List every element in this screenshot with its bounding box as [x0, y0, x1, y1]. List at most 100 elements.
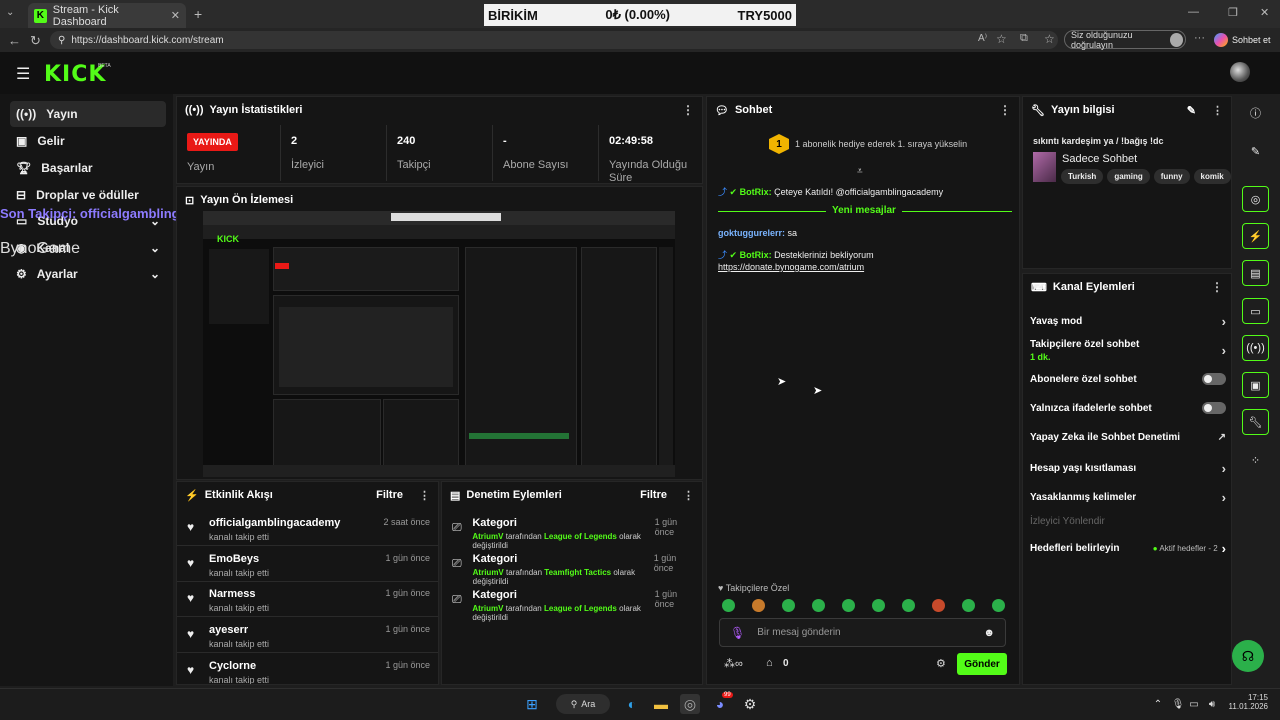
taskbar-search[interactable]: ⚲ Ara [556, 694, 610, 714]
filter-button[interactable]: Filtre [376, 489, 403, 501]
site-info-icon[interactable]: ⚲ [58, 35, 65, 46]
tag[interactable]: Turkish [1061, 169, 1104, 184]
more-options-icon[interactable]: ⋮ [682, 103, 694, 117]
slow-mode-row[interactable]: Yavaş mod › [1030, 314, 1226, 329]
channel-points-icon[interactable]: ⁂∞ [724, 657, 743, 670]
banned-words-row[interactable]: Yasaklanmış kelimeler › [1030, 490, 1226, 505]
more-options-icon[interactable]: ⋮ [999, 103, 1011, 117]
emote-icon[interactable] [782, 599, 795, 612]
tag[interactable]: funny [1153, 169, 1190, 184]
ai-moderation-row[interactable]: Yapay Zeka ile Sohbet Denetimi ↗ [1030, 432, 1226, 443]
money-icon: ▣ [16, 134, 28, 148]
subs-chat-toggle[interactable] [1202, 373, 1226, 385]
new-tab-icon[interactable]: + [194, 6, 202, 22]
favorite-star-icon[interactable]: ☆ [996, 32, 1007, 46]
windows-start-icon[interactable]: ⊞ [522, 694, 542, 714]
list-item[interactable]: ♥ ayeserr kanalı takip etti 1 gün önce [177, 618, 438, 653]
emote-icon[interactable] [842, 599, 855, 612]
minimize-icon[interactable]: — [1188, 6, 1199, 18]
browser-tab[interactable]: K Stream - Kick Dashboard ✕ [28, 3, 186, 28]
sidebar-item-yayin[interactable]: ((•)) Yayın [10, 101, 166, 127]
lightning-icon[interactable]: ⚡ [1242, 223, 1269, 249]
emote-icon[interactable] [812, 599, 825, 612]
send-button[interactable]: Gönder [957, 653, 1007, 675]
chat-username[interactable]: BotRix: [740, 187, 772, 197]
info-icon[interactable]: ⓘ [1242, 100, 1269, 126]
steam-icon[interactable]: ⚙ [740, 694, 760, 714]
more-options-icon[interactable]: ⋮ [1211, 280, 1223, 294]
chat-input[interactable]: 🎙︎ Bir mesaj gönderin ☻ [719, 618, 1006, 647]
more-options-icon[interactable]: ⋮ [419, 489, 430, 502]
emoji-icon[interactable]: ☻ [983, 627, 995, 639]
verify-identity-button[interactable]: Siz olduğunuzu doğrulayın [1064, 30, 1186, 50]
list-item[interactable]: ♥ Cyclorne kanalı takip etti 1 gün önce [177, 654, 438, 684]
store-icon[interactable]: ⌂ [766, 657, 773, 669]
sidebar-item-basarilar[interactable]: 🏆︎ Başarılar [10, 155, 166, 181]
volume-icon[interactable]: 🔊︎ [1202, 694, 1222, 714]
tag[interactable]: gaming [1107, 169, 1150, 184]
apps-icon[interactable]: ⁘ [1242, 447, 1269, 473]
emote-icon[interactable] [932, 599, 945, 612]
edge-icon[interactable]: ◐ [622, 694, 642, 714]
edit-pencil-icon[interactable]: ✎ [1242, 138, 1269, 164]
donation-link[interactable]: https://donate.bynogame.com/atrium [718, 262, 864, 272]
hamburger-menu-icon[interactable]: ☰ [16, 64, 30, 84]
more-options-icon[interactable]: ⋮ [683, 489, 694, 502]
more-options-icon[interactable]: ⋮ [1212, 104, 1223, 117]
refresh-icon[interactable]: ↻ [30, 33, 41, 49]
camera-icon[interactable]: ◎ [1242, 186, 1269, 212]
back-icon[interactable]: ← [8, 33, 21, 48]
tray-chevron-up-icon[interactable]: ⌃ [1148, 694, 1168, 714]
sidebar-item-gelir[interactable]: ▣ Gelir [10, 128, 166, 154]
close-tab-icon[interactable]: ✕ [171, 9, 180, 22]
user-avatar[interactable] [1230, 62, 1250, 82]
stream-preview-video[interactable]: KICK [203, 211, 675, 477]
category-name[interactable]: Sadece Sohbet [1062, 153, 1137, 165]
emote-icon[interactable] [722, 599, 735, 612]
more-menu-icon[interactable]: ··· [1194, 32, 1205, 44]
list-item[interactable]: ♥ EmoBeys kanalı takip etti 1 gün önce [177, 547, 438, 582]
list-item[interactable]: ♥ Narmess kanalı takip etti 1 gün önce [177, 582, 438, 617]
edit-pencil-icon[interactable]: ✎ [1187, 104, 1196, 117]
account-age-row[interactable]: Hesap yaşı kısıtlaması › [1030, 461, 1226, 476]
maximize-icon[interactable]: ❐ [1228, 6, 1238, 19]
wrench-icon[interactable]: 🔧︎ [1242, 409, 1269, 435]
broadcast-icon[interactable]: ((•)) [1242, 335, 1269, 361]
chat-settings-icon[interactable]: ⚙ [936, 657, 946, 670]
url-field[interactable]: ⚲ https://dashboard.kick.com/stream [50, 31, 1058, 49]
collapse-icon[interactable]: ⩡ [857, 166, 863, 177]
network-icon[interactable]: ▭ [1184, 694, 1204, 714]
sidebar-item-ayarlar[interactable]: ⚙ Ayarlar ⌄ [10, 261, 166, 287]
copilot-chat-button[interactable]: Sohbet et [1214, 30, 1276, 49]
chat-username[interactable]: goktuggurelerr: [718, 228, 785, 238]
emote-icon[interactable] [752, 599, 765, 612]
followers-only-label: Takipçilere Özel [725, 583, 790, 593]
emote-icon[interactable] [962, 599, 975, 612]
document-icon[interactable]: ▤ [1242, 260, 1269, 286]
file-explorer-icon[interactable]: ▬ [651, 694, 671, 714]
chat-icon[interactable]: ▭ [1242, 298, 1269, 324]
schedule-icon[interactable]: ▣ [1242, 372, 1269, 398]
list-item[interactable]: ♥ officialgamblingacademy kanalı takip ett… [177, 511, 438, 546]
favorites-icon[interactable]: ☆ [1044, 32, 1055, 46]
gift-leaderboard-text[interactable]: 1 abonelik hediye ederek 1. sıraya yükse… [795, 139, 967, 149]
clock[interactable]: 17:15 11.01.2026 [1228, 693, 1268, 711]
sidebar-item-droplar[interactable]: ⊟ Droplar ve ödüller [10, 182, 166, 208]
tab-list-chevron-icon[interactable]: ⌄ [6, 7, 14, 18]
tag[interactable]: komik [1193, 169, 1231, 184]
emote-icon[interactable] [992, 599, 1005, 612]
filter-button[interactable]: Filtre [640, 489, 667, 501]
read-aloud-icon[interactable]: A⁾ [978, 33, 987, 44]
obs-icon[interactable]: ◎ [680, 694, 700, 714]
microphone-icon[interactable]: 🎙︎ [730, 626, 745, 640]
category-thumbnail [1033, 152, 1056, 182]
chat-username[interactable]: BotRix: [740, 250, 772, 260]
emote-icon[interactable] [902, 599, 915, 612]
emote-chat-toggle[interactable] [1202, 402, 1226, 414]
followers-chat-row[interactable]: Takipçilere özel sohbet 1 dk. › [1030, 339, 1226, 362]
extensions-icon[interactable]: ⧉ [1020, 32, 1028, 45]
goals-row[interactable]: Hedefleri belirleyin ● Aktif hedefler - 2… [1030, 541, 1226, 556]
support-headset-icon[interactable]: ☊ [1232, 640, 1264, 672]
emote-icon[interactable] [872, 599, 885, 612]
close-window-icon[interactable]: ✕ [1260, 6, 1269, 19]
